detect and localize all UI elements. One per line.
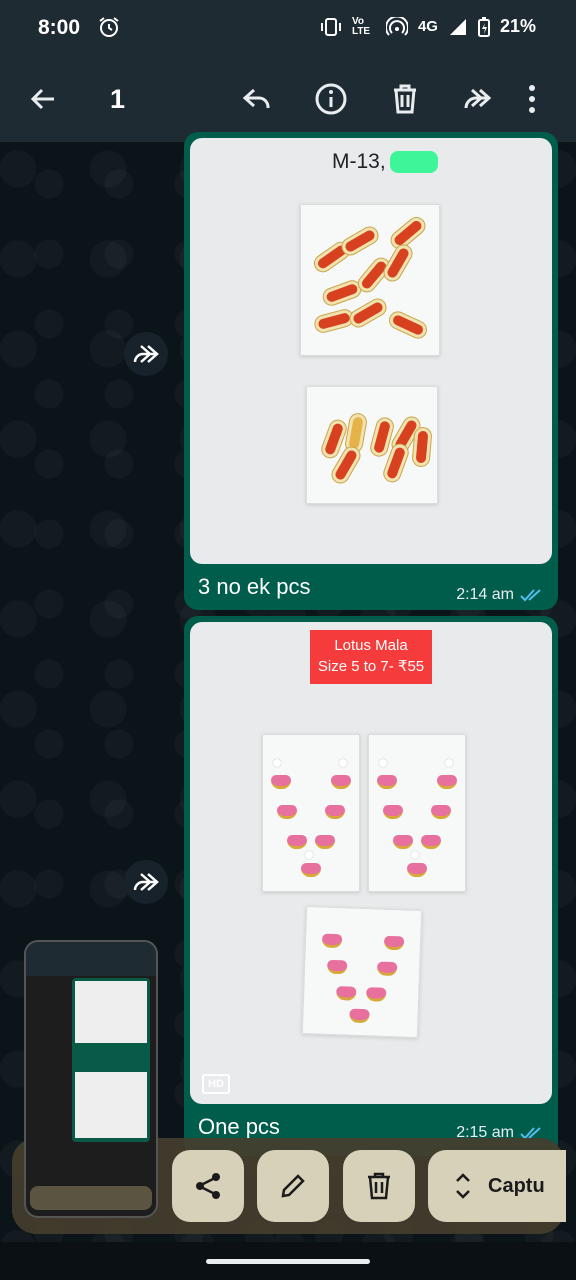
message-time: 2:14 am [456,586,514,603]
forward-icon [133,345,159,363]
info-icon[interactable] [314,82,348,116]
image-message[interactable]: Lotus Mala Size 5 to 7- ₹55 HD One pcs 2… [184,616,558,1156]
thumbnail-actions [30,1186,152,1210]
message-meta: 2:14 am [456,586,544,604]
vibrate-icon [320,17,341,36]
product-packet [262,734,360,892]
price-tag: Lotus Mala Size 5 to 7- ₹55 [310,630,432,684]
product-code-label: M-13, [332,150,438,174]
delete-screenshot-button[interactable] [343,1150,415,1222]
product-packet [306,386,438,504]
selected-count: 1 [110,84,126,114]
forward-icon[interactable] [460,82,494,116]
message-photo[interactable]: Lotus Mala Size 5 to 7- ₹55 HD [190,622,552,1104]
message-photo[interactable]: M-13, [190,138,552,564]
trash-icon [368,1172,390,1200]
product-code: M-13, [332,150,386,173]
hd-badge: HD [202,1074,230,1094]
gesture-nav-bar[interactable] [206,1259,370,1264]
message-caption: 3 no ek pcs [198,574,311,599]
edit-button[interactable] [257,1150,329,1222]
volte-icon: Vo LTE [351,15,371,37]
battery-icon [477,16,490,37]
product-price: Size 5 to 7- ₹55 [317,658,425,675]
alarm-icon [99,17,119,37]
capture-label: Captu [488,1174,545,1197]
network-type: 4G [417,18,438,35]
pencil-icon [281,1174,305,1198]
selection-toolbar [0,56,576,142]
back-arrow-icon[interactable] [26,82,60,116]
message-caption: One pcs [198,1114,280,1139]
delete-icon[interactable] [388,82,422,116]
image-message[interactable]: M-13, 3 no ek pcs 2:14 am [184,132,558,610]
screen: 8:00 Vo LTE 4G 21% 1 M-13, 3 no ek pcs 2… [0,0,576,1280]
product-packet [368,734,466,892]
system-icons: Vo LTE 4G 21% [320,16,536,37]
more-options-icon[interactable] [526,82,538,116]
redaction-mark [389,151,438,173]
share-button[interactable] [172,1150,244,1222]
status-time: 8:00 [38,16,81,39]
product-packet [301,906,423,1038]
reply-icon[interactable] [240,82,274,116]
product-name: Lotus Mala [334,637,408,654]
forward-icon [133,873,159,891]
status-bar: 8:00 Vo LTE 4G 21% [0,0,576,56]
expand-icon [456,1173,470,1199]
battery-percent: 21% [499,16,536,36]
product-packet [300,204,440,356]
hotspot-icon [385,16,408,36]
capture-more-button[interactable]: Captu [428,1150,566,1222]
forward-shortcut-button[interactable] [124,332,168,376]
thumbnail-toolbar [26,942,156,976]
double-tick-icon [520,589,541,602]
forward-shortcut-button[interactable] [124,860,168,904]
signal-icon [449,18,466,35]
screenshot-thumbnail[interactable] [24,940,158,1218]
share-icon [196,1173,220,1199]
thumbnail-bubble [72,978,150,1142]
